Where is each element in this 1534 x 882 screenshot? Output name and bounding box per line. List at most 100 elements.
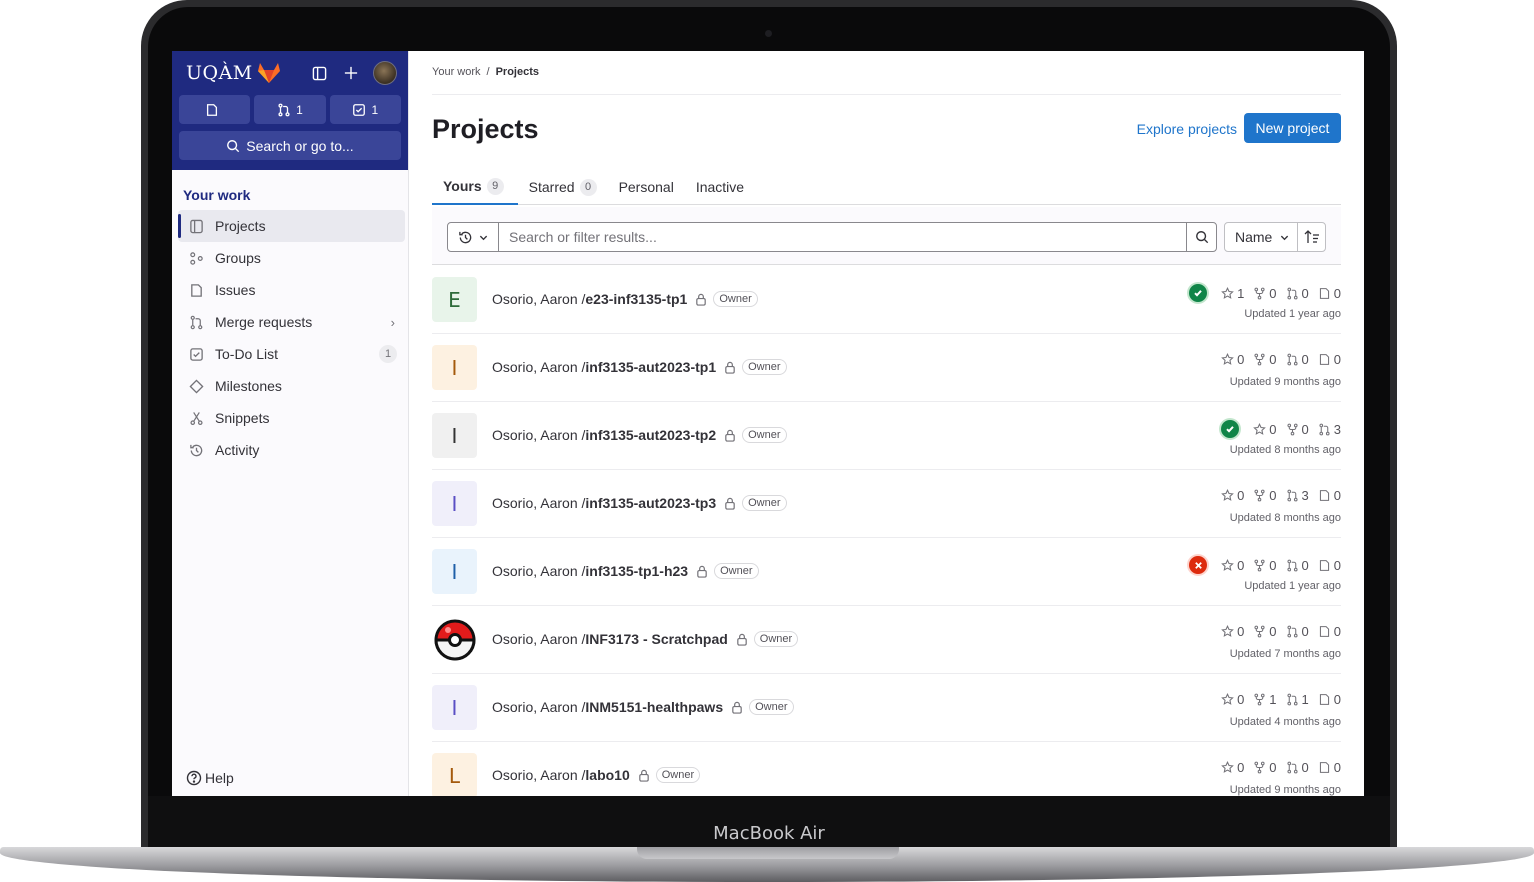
project-namespace[interactable]: Osorio, Aaron / bbox=[492, 359, 585, 375]
project-name[interactable]: inf3135-tp1-h23 bbox=[585, 563, 688, 579]
breadcrumb-parent[interactable]: Your work bbox=[432, 66, 481, 78]
project-title[interactable]: Osorio, Aaron / INF3173 - Scratchpad Owne… bbox=[492, 631, 799, 647]
project-namespace[interactable]: Osorio, Aaron / bbox=[492, 427, 585, 443]
project-avatar[interactable]: I bbox=[432, 549, 477, 594]
forks-count-link[interactable]: 0 bbox=[1253, 352, 1277, 367]
project-title[interactable]: Osorio, Aaron / inf3135-tp1-h23 Owner bbox=[492, 563, 759, 579]
sidebar-item-projects[interactable]: Projects bbox=[178, 210, 405, 242]
plus-icon[interactable] bbox=[341, 63, 361, 83]
todos-button[interactable]: 1 bbox=[329, 95, 401, 124]
sidebar-item-activity[interactable]: Activity bbox=[178, 434, 405, 466]
assigned-issues-button[interactable] bbox=[179, 95, 251, 124]
merge-requests-count-link[interactable]: 0 bbox=[1286, 286, 1309, 301]
project-namespace[interactable]: Osorio, Aaron / bbox=[492, 631, 585, 647]
stars-count-link[interactable]: 0 bbox=[1221, 488, 1244, 503]
forks-count-link[interactable]: 0 bbox=[1253, 286, 1277, 301]
sidebar-item-snippets[interactable]: Snippets bbox=[178, 402, 405, 434]
sidebar-item-merge-requests[interactable]: Merge requests › bbox=[178, 306, 405, 338]
forks-count-link[interactable]: 0 bbox=[1253, 624, 1277, 639]
sidebar-item-groups[interactable]: Groups bbox=[178, 242, 405, 274]
issues-count-link[interactable]: 0 bbox=[1318, 352, 1341, 367]
stars-count-link[interactable]: 0 bbox=[1221, 352, 1244, 367]
project-namespace[interactable]: Osorio, Aaron / bbox=[492, 563, 585, 579]
explore-projects-link[interactable]: Explore projects bbox=[1137, 121, 1237, 137]
breadcrumb-current[interactable]: Projects bbox=[496, 66, 539, 78]
tab-yours[interactable]: Yours 9 bbox=[432, 169, 518, 205]
stars-count-link[interactable]: 0 bbox=[1253, 422, 1277, 437]
sidebar-item-issues[interactable]: Issues bbox=[178, 274, 405, 306]
stars-count-link[interactable]: 0 bbox=[1221, 624, 1244, 639]
brand-logo[interactable]: UQÀM bbox=[186, 62, 253, 84]
forks-count-link[interactable]: 0 bbox=[1253, 760, 1277, 775]
issues-count-link[interactable]: 0 bbox=[1318, 286, 1341, 301]
project-title[interactable]: Osorio, Aaron / labo10 Owner bbox=[492, 767, 701, 783]
project-title[interactable]: Osorio, Aaron / inf3135-aut2023-tp1 Owner bbox=[492, 359, 787, 375]
sort-direction-button[interactable] bbox=[1297, 222, 1326, 252]
project-namespace[interactable]: Osorio, Aaron / bbox=[492, 767, 585, 783]
sidebar-toggle-icon[interactable] bbox=[309, 63, 329, 83]
forks-count-link[interactable]: 1 bbox=[1253, 692, 1277, 707]
forks-count-link[interactable]: 0 bbox=[1253, 558, 1277, 573]
project-row[interactable]: I Osorio, Aaron / inf3135-aut2023-tp2 Owne… bbox=[432, 402, 1341, 470]
project-title[interactable]: Osorio, Aaron / inf3135-aut2023-tp2 Owner bbox=[492, 427, 787, 443]
project-title[interactable]: Osorio, Aaron / INM5151-healthpaws Owner bbox=[492, 699, 794, 715]
project-row[interactable]: E Osorio, Aaron / e23-inf3135-tp1 Owner 1 0 0… bbox=[432, 266, 1341, 334]
project-name[interactable]: INM5151-healthpaws bbox=[585, 699, 723, 715]
forks-count-link[interactable]: 0 bbox=[1286, 422, 1309, 437]
project-row[interactable]: Osorio, Aaron / INF3173 - Scratchpad Owne… bbox=[432, 606, 1341, 674]
project-name[interactable]: INF3173 - Scratchpad bbox=[585, 631, 727, 647]
issues-count-link[interactable]: 0 bbox=[1318, 558, 1341, 573]
merge-requests-button[interactable]: 1 bbox=[254, 95, 326, 124]
user-avatar[interactable] bbox=[373, 61, 397, 85]
forks-count-link[interactable]: 0 bbox=[1253, 488, 1277, 503]
tab-inactive[interactable]: Inactive bbox=[685, 169, 755, 205]
project-row[interactable]: I Osorio, Aaron / inf3135-tp1-h23 Owner 0 0 0… bbox=[432, 538, 1341, 606]
sidebar-item-todo-list[interactable]: To-Do List 1 bbox=[178, 338, 405, 370]
merge-requests-count-link[interactable]: 0 bbox=[1286, 558, 1309, 573]
issues-count-link[interactable]: 0 bbox=[1318, 692, 1341, 707]
recent-searches-button[interactable] bbox=[447, 222, 499, 252]
project-row[interactable]: I Osorio, Aaron / inf3135-aut2023-tp3 Owne… bbox=[432, 470, 1341, 538]
search-submit-button[interactable] bbox=[1186, 222, 1217, 252]
merge-requests-count-link[interactable]: 0 bbox=[1286, 352, 1309, 367]
project-row[interactable]: L Osorio, Aaron / labo10 Owner 0 0 0 0 Updated … bbox=[432, 742, 1341, 796]
project-avatar[interactable]: I bbox=[432, 481, 477, 526]
project-row[interactable]: I Osorio, Aaron / INM5151-healthpaws Owner… bbox=[432, 674, 1341, 742]
project-avatar[interactable] bbox=[432, 617, 477, 662]
project-name[interactable]: inf3135-aut2023-tp1 bbox=[585, 359, 716, 375]
pipeline-failed-icon[interactable] bbox=[1189, 556, 1208, 574]
project-row[interactable]: I Osorio, Aaron / inf3135-aut2023-tp1 Owne… bbox=[432, 334, 1341, 402]
stars-count-link[interactable]: 0 bbox=[1221, 760, 1244, 775]
project-avatar[interactable]: I bbox=[432, 413, 477, 458]
project-name[interactable]: e23-inf3135-tp1 bbox=[585, 291, 687, 307]
project-name[interactable]: labo10 bbox=[585, 767, 629, 783]
project-avatar[interactable]: I bbox=[432, 685, 477, 730]
search-or-go-to-button[interactable]: Search or go to... bbox=[179, 131, 401, 160]
project-namespace[interactable]: Osorio, Aaron / bbox=[492, 699, 585, 715]
project-avatar[interactable]: E bbox=[432, 277, 477, 322]
merge-requests-count-link[interactable]: 3 bbox=[1318, 422, 1341, 437]
stars-count-link[interactable]: 0 bbox=[1221, 692, 1244, 707]
project-title[interactable]: Osorio, Aaron / e23-inf3135-tp1 Owner bbox=[492, 291, 758, 307]
project-avatar[interactable]: I bbox=[432, 345, 477, 390]
sort-by-select[interactable]: Name bbox=[1224, 222, 1298, 252]
project-namespace[interactable]: Osorio, Aaron / bbox=[492, 495, 585, 511]
merge-requests-count-link[interactable]: 1 bbox=[1286, 692, 1309, 707]
merge-requests-count-link[interactable]: 3 bbox=[1286, 488, 1309, 503]
project-name[interactable]: inf3135-aut2023-tp3 bbox=[585, 495, 716, 511]
tab-starred[interactable]: Starred 0 bbox=[518, 169, 608, 205]
merge-requests-count-link[interactable]: 0 bbox=[1286, 760, 1309, 775]
pipeline-passed-icon[interactable] bbox=[1221, 420, 1240, 438]
pipeline-passed-icon[interactable] bbox=[1189, 284, 1208, 302]
stars-count-link[interactable]: 0 bbox=[1221, 558, 1244, 573]
help-button[interactable]: Help bbox=[186, 770, 234, 786]
issues-count-link[interactable]: 0 bbox=[1318, 488, 1341, 503]
issues-count-link[interactable]: 0 bbox=[1318, 624, 1341, 639]
merge-requests-count-link[interactable]: 0 bbox=[1286, 624, 1309, 639]
tab-personal[interactable]: Personal bbox=[608, 169, 685, 205]
project-avatar[interactable]: L bbox=[432, 753, 477, 796]
issues-count-link[interactable]: 0 bbox=[1318, 760, 1341, 775]
project-namespace[interactable]: Osorio, Aaron / bbox=[492, 291, 585, 307]
sidebar-item-milestones[interactable]: Milestones bbox=[178, 370, 405, 402]
project-name[interactable]: inf3135-aut2023-tp2 bbox=[585, 427, 716, 443]
